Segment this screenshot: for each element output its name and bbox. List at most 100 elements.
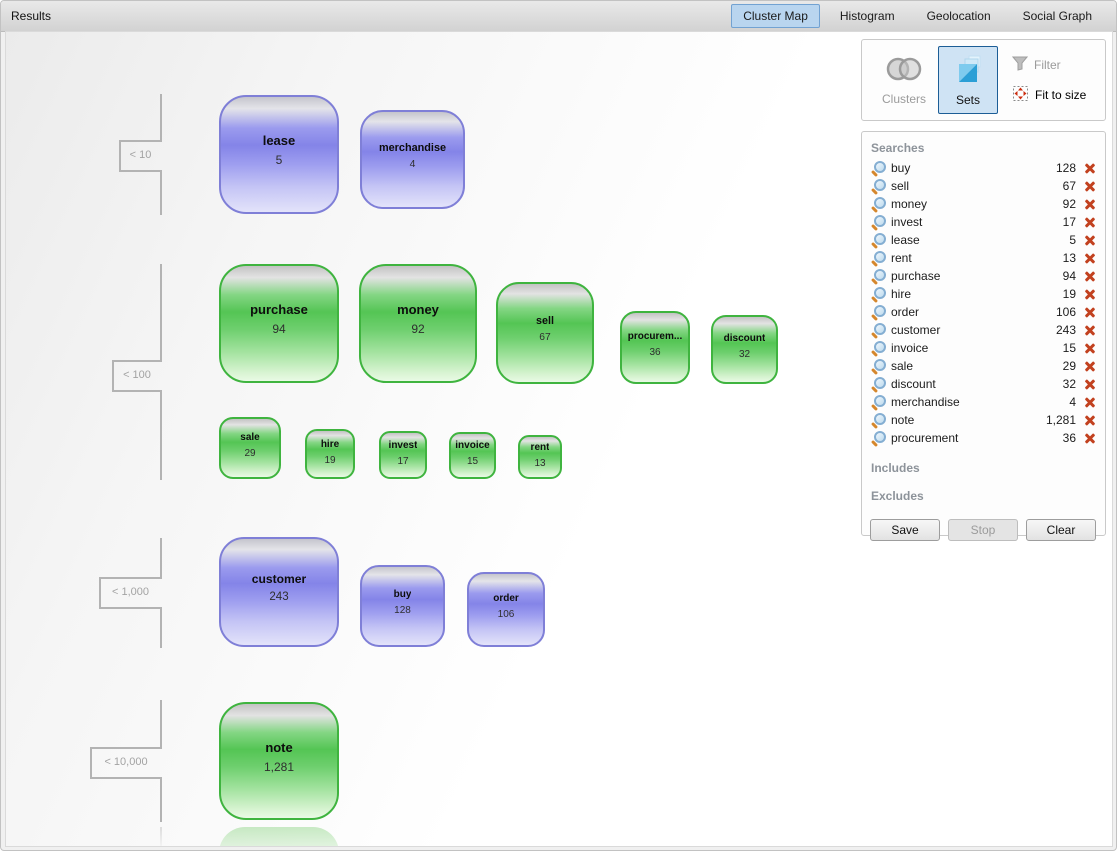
search-item-invest[interactable]: invest17 xyxy=(871,213,1096,231)
search-item-discount[interactable]: discount32 xyxy=(871,375,1096,393)
delete-icon[interactable] xyxy=(1084,324,1096,336)
search-item-sale[interactable]: sale29 xyxy=(871,357,1096,375)
search-item-term: purchase xyxy=(891,269,1063,283)
bubble-label: buy xyxy=(394,589,412,600)
clusters-button[interactable]: Clusters xyxy=(870,46,938,114)
bubble-invoice[interactable]: invoice15 xyxy=(449,432,496,479)
search-item-term: invoice xyxy=(891,341,1063,355)
fit-to-size-button[interactable]: Fit to size xyxy=(1012,85,1086,105)
bubble-count: 36 xyxy=(649,347,660,358)
bubble-purchase[interactable]: purchase94 xyxy=(219,264,339,383)
delete-icon[interactable] xyxy=(1084,252,1096,264)
search-item-merchandise[interactable]: merchandise4 xyxy=(871,393,1096,411)
bracket-segment xyxy=(90,747,92,777)
search-item-term: note xyxy=(891,413,1046,427)
delete-icon[interactable] xyxy=(1084,198,1096,210)
sets-button[interactable]: Sets xyxy=(938,46,998,114)
magnifier-icon xyxy=(871,341,886,356)
bubble-label: procurem... xyxy=(628,331,682,342)
delete-icon[interactable] xyxy=(1084,216,1096,228)
bracket-segment xyxy=(119,140,121,170)
delete-icon[interactable] xyxy=(1084,288,1096,300)
tab-histogram[interactable]: Histogram xyxy=(828,4,907,28)
bubble-label: lease xyxy=(263,133,296,148)
bracket-segment xyxy=(119,170,162,172)
bubble-lease[interactable]: lease5 xyxy=(219,95,339,214)
magnifier-icon xyxy=(871,215,886,230)
search-item-count: 19 xyxy=(1063,287,1076,301)
bubble-buy[interactable]: buy128 xyxy=(360,565,445,647)
bubble-count: 17 xyxy=(397,456,408,467)
stop-button: Stop xyxy=(948,519,1018,541)
search-item-customer[interactable]: customer243 xyxy=(871,321,1096,339)
tab-social-graph[interactable]: Social Graph xyxy=(1011,4,1104,28)
bubble-procurement[interactable]: procurem... 36 xyxy=(620,311,690,384)
search-item-term: money xyxy=(891,197,1063,211)
filter-label: Filter xyxy=(1034,58,1061,72)
bubble-sale[interactable]: sale29 xyxy=(219,417,281,479)
filter-button[interactable]: Filter xyxy=(1012,56,1086,74)
toolbox-right-column: Filter Fit to size xyxy=(1012,56,1086,105)
search-item-count: 92 xyxy=(1063,197,1076,211)
bubble-discount[interactable]: discount32 xyxy=(711,315,778,384)
search-item-count: 128 xyxy=(1056,161,1076,175)
search-item-term: invest xyxy=(891,215,1063,229)
search-item-term: hire xyxy=(891,287,1063,301)
tab-geolocation[interactable]: Geolocation xyxy=(915,4,1003,28)
bubble-rent[interactable]: rent13 xyxy=(518,435,562,479)
bubble-count: 4 xyxy=(410,159,416,170)
clear-button[interactable]: Clear xyxy=(1026,519,1096,541)
bracket-segment xyxy=(160,392,162,480)
delete-icon[interactable] xyxy=(1084,360,1096,372)
search-item-count: 4 xyxy=(1069,395,1076,409)
bubble-merchandise[interactable]: merchandise4 xyxy=(360,110,465,209)
search-item-buy[interactable]: buy128 xyxy=(871,159,1096,177)
delete-icon[interactable] xyxy=(1084,432,1096,444)
search-item-term: rent xyxy=(891,251,1063,265)
search-item-note[interactable]: note1,281 xyxy=(871,411,1096,429)
delete-icon[interactable] xyxy=(1084,342,1096,354)
bubble-hire[interactable]: hire19 xyxy=(305,429,355,479)
delete-icon[interactable] xyxy=(1084,414,1096,426)
bracket-segment xyxy=(160,779,162,822)
search-item-hire[interactable]: hire19 xyxy=(871,285,1096,303)
bubble-order[interactable]: order106 xyxy=(467,572,545,647)
delete-icon[interactable] xyxy=(1084,396,1096,408)
search-item-count: 106 xyxy=(1056,305,1076,319)
search-item-sell[interactable]: sell67 xyxy=(871,177,1096,195)
bubble-label: note xyxy=(265,740,292,755)
includes-heading: Includes xyxy=(871,461,1096,475)
magnifier-icon xyxy=(871,233,886,248)
delete-icon[interactable] xyxy=(1084,306,1096,318)
delete-icon[interactable] xyxy=(1084,162,1096,174)
delete-icon[interactable] xyxy=(1084,180,1096,192)
tab-cluster-map[interactable]: Cluster Map xyxy=(731,4,820,28)
delete-icon[interactable] xyxy=(1084,270,1096,282)
bubble-label: customer xyxy=(252,572,306,586)
delete-icon[interactable] xyxy=(1084,234,1096,246)
bubble-note[interactable]: note1,281 xyxy=(219,702,339,820)
bubble-invest[interactable]: invest17 xyxy=(379,431,427,479)
magnifier-icon xyxy=(871,269,886,284)
search-item-rent[interactable]: rent13 xyxy=(871,249,1096,267)
bubble-customer[interactable]: customer243 xyxy=(219,537,339,647)
bubble-label: discount xyxy=(724,333,766,344)
search-item-lease[interactable]: lease5 xyxy=(871,231,1096,249)
bracket-segment xyxy=(90,777,162,779)
search-item-money[interactable]: money92 xyxy=(871,195,1096,213)
clusters-label: Clusters xyxy=(882,92,926,106)
bracket-segment xyxy=(160,264,162,360)
search-item-count: 1,281 xyxy=(1046,413,1076,427)
toolbox-panel: Clusters Sets Filter xyxy=(861,39,1106,121)
bracket-segment xyxy=(160,94,162,140)
save-button[interactable]: Save xyxy=(870,519,940,541)
search-item-purchase[interactable]: purchase94 xyxy=(871,267,1096,285)
search-item-term: buy xyxy=(891,161,1056,175)
bubble-sell[interactable]: sell67 xyxy=(496,282,594,384)
search-item-invoice[interactable]: invoice15 xyxy=(871,339,1096,357)
bracket-segment xyxy=(99,577,101,607)
bubble-money[interactable]: money92 xyxy=(359,264,477,383)
search-item-order[interactable]: order106 xyxy=(871,303,1096,321)
search-item-procurement[interactable]: procurement36 xyxy=(871,429,1096,447)
delete-icon[interactable] xyxy=(1084,378,1096,390)
